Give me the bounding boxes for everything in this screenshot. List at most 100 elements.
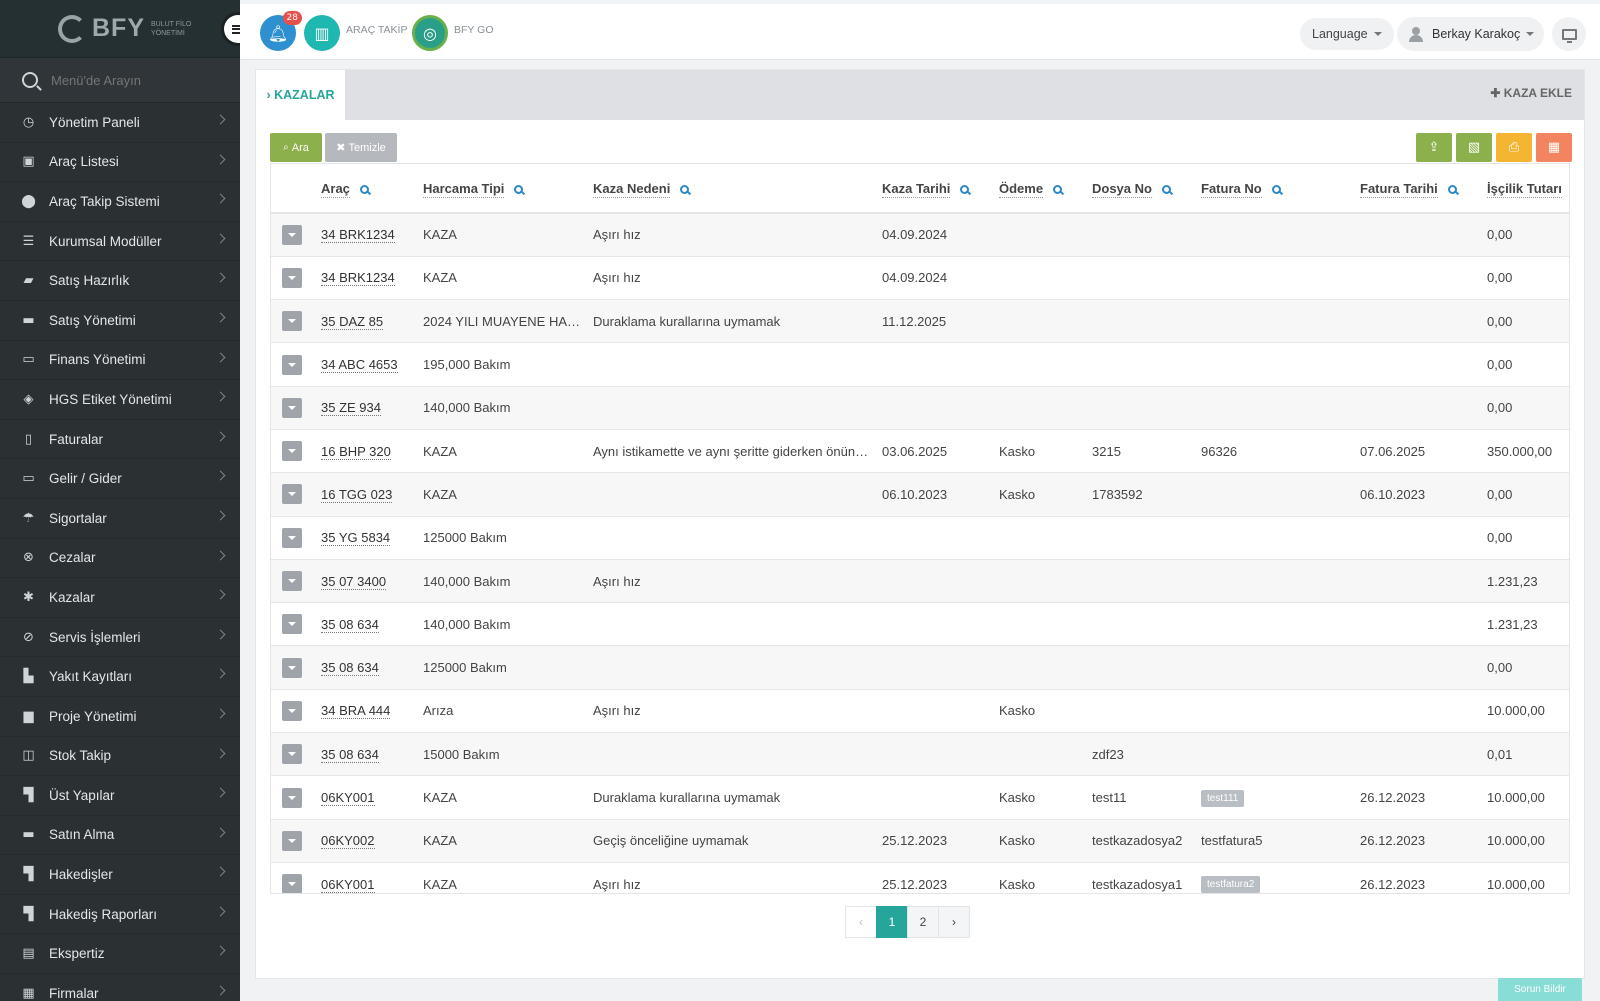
search-icon[interactable]: [680, 184, 690, 194]
page-button[interactable]: 2: [907, 906, 939, 938]
search-icon[interactable]: [1161, 184, 1171, 194]
vehicle-link[interactable]: 35 08 634: [321, 746, 379, 763]
sidebar-search-input[interactable]: [51, 72, 221, 88]
vehicle-link[interactable]: 06KY002: [321, 833, 375, 850]
expand-row-button[interactable]: [282, 614, 302, 635]
sidebar-item[interactable]: ▜ Üst Yapılar: [0, 776, 240, 816]
vehicle-link[interactable]: 35 08 634: [321, 616, 379, 633]
vehicle-link[interactable]: 06KY001: [321, 876, 375, 893]
vehicle-link[interactable]: 35 YG 5834: [321, 530, 391, 547]
table-row[interactable]: 06KY001 KAZA Duraklama kurallarına uymamak…: [271, 775, 1569, 820]
excel-export-button[interactable]: ▧: [1456, 133, 1492, 162]
column-header[interactable]: Kaza Nedeni: [593, 164, 882, 214]
tab-kazalar[interactable]: › KAZALAR: [256, 70, 345, 120]
sidebar-item[interactable]: ⊗ Cezalar: [0, 539, 240, 579]
sidebar-item[interactable]: ⊘ Servis İşlemleri: [0, 618, 240, 658]
sidebar-item[interactable]: ▬ Satın Alma: [0, 816, 240, 856]
table-row[interactable]: 35 ZE 934 140,000 Bakım 0,00: [271, 386, 1569, 430]
search-icon[interactable]: [1053, 184, 1063, 194]
sidebar-item[interactable]: ▭ Gelir / Gider: [0, 459, 240, 499]
table-row[interactable]: 34 ABC 4653 195,000 Bakım 0,00: [271, 342, 1569, 387]
expand-row-button[interactable]: [282, 267, 302, 288]
columns-button[interactable]: ▦: [1536, 133, 1572, 162]
expand-row-button[interactable]: [282, 441, 302, 462]
sidebar-item[interactable]: ▯ Faturalar: [0, 420, 240, 460]
expand-row-button[interactable]: [282, 484, 302, 505]
vehicle-link[interactable]: 06KY001: [321, 790, 375, 806]
table-row[interactable]: 35 DAZ 85 2024 YILI MUAYENE HARCI Duraklam…: [271, 299, 1569, 344]
vehicle-link[interactable]: 34 BRK1234: [321, 270, 395, 287]
search-icon[interactable]: [1447, 184, 1457, 194]
expand-row-button[interactable]: [282, 571, 302, 592]
language-select[interactable]: Language: [1300, 18, 1394, 50]
bfy-go-button[interactable]: ◎: [412, 15, 448, 51]
search-button[interactable]: ⌕ Ara: [270, 133, 322, 162]
upload-button[interactable]: ⇪: [1416, 133, 1452, 162]
expand-row-button[interactable]: [282, 311, 302, 332]
table-row[interactable]: 35 08 634 125000 Bakım 0,00: [271, 645, 1569, 690]
arac-takip-link[interactable]: ARAÇ TAKİP: [346, 24, 407, 36]
bfy-go-link[interactable]: BFY GO: [454, 24, 493, 36]
notifications-button[interactable]: 🔔︎ 28: [260, 11, 302, 51]
table-row[interactable]: 35 08 634 15000 Bakım zdf23 0,01: [271, 732, 1569, 777]
sidebar-item[interactable]: ☰ Kurumsal Modüller: [0, 222, 240, 262]
table-row[interactable]: 35 YG 5834 125000 Bakım 0,00: [271, 516, 1569, 560]
accidents-table-wrapper[interactable]: Araç Harcama Tipi Kaza Nedeni Kaza Tarihi Öd…: [270, 163, 1570, 894]
sidebar-item[interactable]: ▰ Satış Hazırlık: [0, 261, 240, 301]
table-row[interactable]: 06KY002 KAZA Geçiş önceliğine uymamak 25.12…: [271, 819, 1569, 863]
expand-row-button[interactable]: [282, 224, 302, 245]
sidebar-item[interactable]: ▣ Araç Listesi: [0, 143, 240, 183]
table-row[interactable]: 34 BRK1234 KAZA Aşırı hız 04.09.2024 0,00: [271, 256, 1569, 301]
column-header[interactable]: Fatura No: [1201, 164, 1360, 214]
expand-row-button[interactable]: [282, 397, 302, 418]
sidebar-item[interactable]: ◫ Stok Takip: [0, 737, 240, 777]
report-issue-button[interactable]: Sorun Bildir: [1498, 978, 1582, 1001]
sidebar-item[interactable]: ▬ Satış Yönetimi: [0, 301, 240, 341]
table-row[interactable]: 16 BHP 320 KAZA Aynı istikamette ve aynı ş…: [271, 429, 1569, 474]
table-row[interactable]: 35 08 634 140,000 Bakım 1.231,23: [271, 602, 1569, 647]
expand-row-button[interactable]: [282, 830, 302, 851]
search-icon[interactable]: [514, 184, 524, 194]
sidebar-item[interactable]: ▜ Hakediş Raporları: [0, 895, 240, 935]
sidebar-item[interactable]: ▆ Proje Yönetimi: [0, 697, 240, 737]
vehicle-link[interactable]: 35 ZE 934: [321, 400, 381, 417]
invoice-tag[interactable]: testfatura2: [1201, 876, 1261, 893]
sidebar-item[interactable]: ◷ Yönetim Paneli: [0, 103, 240, 143]
display-button[interactable]: [1552, 17, 1586, 51]
arac-takip-button[interactable]: ▥: [304, 15, 340, 51]
column-header[interactable]: Ödeme: [999, 164, 1092, 214]
page-button[interactable]: 1: [876, 906, 908, 938]
table-row[interactable]: 06KY001 KAZA Aşırı hız 25.12.2023 Kasko testk…: [271, 862, 1569, 893]
search-icon[interactable]: [1271, 184, 1281, 194]
table-row[interactable]: 35 07 3400 140,000 Bakım Aşırı hız 1.231,23: [271, 559, 1569, 604]
table-row[interactable]: 34 BRA 444 Arıza Aşırı hız Kasko 10.000,00: [271, 689, 1569, 734]
vehicle-link[interactable]: 16 BHP 320: [321, 443, 391, 460]
sidebar-item[interactable]: ☂ Sigortalar: [0, 499, 240, 539]
print-button[interactable]: ⎙: [1496, 133, 1532, 162]
vehicle-link[interactable]: 35 DAZ 85: [321, 313, 384, 330]
vehicle-link[interactable]: 16 TGG 023: [321, 486, 393, 503]
vehicle-link[interactable]: 35 07 3400: [321, 573, 387, 590]
column-header[interactable]: Kaza Tarihi: [882, 164, 999, 214]
menu-toggle-button[interactable]: [224, 15, 240, 43]
vehicle-link[interactable]: 35 08 634: [321, 660, 379, 677]
column-header[interactable]: Harcama Tipi: [423, 164, 593, 214]
search-icon[interactable]: [960, 184, 970, 194]
sidebar-item[interactable]: ▙ Yakıt Kayıtları: [0, 657, 240, 697]
expand-row-button[interactable]: [282, 874, 302, 893]
column-header[interactable]: Fatura Tarihi: [1360, 164, 1487, 214]
expand-row-button[interactable]: [282, 527, 302, 548]
expand-row-button[interactable]: [282, 744, 302, 765]
table-row[interactable]: 34 BRK1234 KAZA Aşırı hız 04.09.2024 0,00: [271, 213, 1569, 257]
sidebar-item[interactable]: ✱ Kazalar: [0, 578, 240, 618]
vehicle-link[interactable]: 34 BRA 444: [321, 703, 391, 720]
column-header[interactable]: İşçilik Tutarı: [1487, 164, 1569, 214]
expand-row-button[interactable]: [282, 700, 302, 721]
user-menu[interactable]: Berkay Karakoç: [1397, 17, 1545, 51]
sidebar-item[interactable]: ▜ Hakedişler: [0, 855, 240, 895]
vehicle-link[interactable]: 34 ABC 4653: [321, 357, 398, 374]
search-icon[interactable]: [359, 184, 369, 194]
expand-row-button[interactable]: [282, 787, 302, 808]
vehicle-link[interactable]: 34 BRK1234: [321, 227, 395, 244]
clear-button[interactable]: ✖ Temizle: [325, 133, 397, 162]
